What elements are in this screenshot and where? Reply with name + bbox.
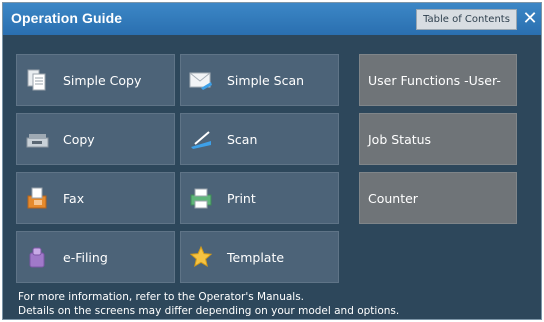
e-filing-label: e-Filing: [63, 249, 108, 265]
template-button[interactable]: Template: [180, 231, 339, 283]
title-bar: Operation Guide Table of Contents ✕: [3, 3, 541, 35]
fax-label: Fax: [63, 190, 85, 206]
simple-copy-icon: [27, 69, 46, 91]
simple-scan-button[interactable]: Simple Scan: [180, 54, 339, 106]
counter-label: Counter: [368, 190, 418, 206]
table-of-contents-button[interactable]: Table of Contents: [416, 9, 517, 30]
simple-copy-label: Simple Copy: [63, 72, 142, 88]
print-button[interactable]: Print: [180, 172, 339, 224]
scan-icon: [191, 131, 211, 149]
scan-label: Scan: [227, 131, 258, 147]
close-icon[interactable]: ✕: [521, 10, 539, 28]
template-icon: [189, 245, 213, 268]
simple-scan-label: Simple Scan: [227, 72, 305, 88]
user-functions-label: User Functions -User-: [368, 72, 501, 88]
template-label: Template: [227, 249, 285, 265]
print-label: Print: [227, 190, 256, 206]
copy-label: Copy: [63, 131, 95, 147]
main-panel: Simple Copy Simple Scan User Functions -…: [3, 35, 541, 319]
print-icon: [190, 188, 212, 209]
job-status-button[interactable]: Job Status: [359, 113, 517, 165]
fax-button[interactable]: Fax: [16, 172, 175, 224]
notes-line-2: Details on the screens may differ depend…: [18, 304, 400, 317]
operation-guide-window: Operation Guide Table of Contents ✕ Simp…: [2, 2, 542, 320]
e-filing-icon: [29, 247, 45, 268]
user-functions-button[interactable]: User Functions -User-: [359, 54, 517, 106]
window-title: Operation Guide: [11, 10, 123, 26]
counter-button[interactable]: Counter: [359, 172, 517, 224]
fax-icon: [27, 187, 47, 209]
job-status-label: Job Status: [368, 131, 432, 147]
info-notes: For more information, refer to the Opera…: [18, 291, 399, 318]
simple-scan-icon: [189, 72, 212, 90]
simple-copy-button[interactable]: Simple Copy: [16, 54, 175, 106]
notes-line-1: For more information, refer to the Opera…: [18, 291, 305, 303]
e-filing-button[interactable]: e-Filing: [16, 231, 175, 283]
scan-button[interactable]: Scan: [180, 113, 339, 165]
copy-icon: [26, 134, 49, 148]
copy-button[interactable]: Copy: [16, 113, 175, 165]
